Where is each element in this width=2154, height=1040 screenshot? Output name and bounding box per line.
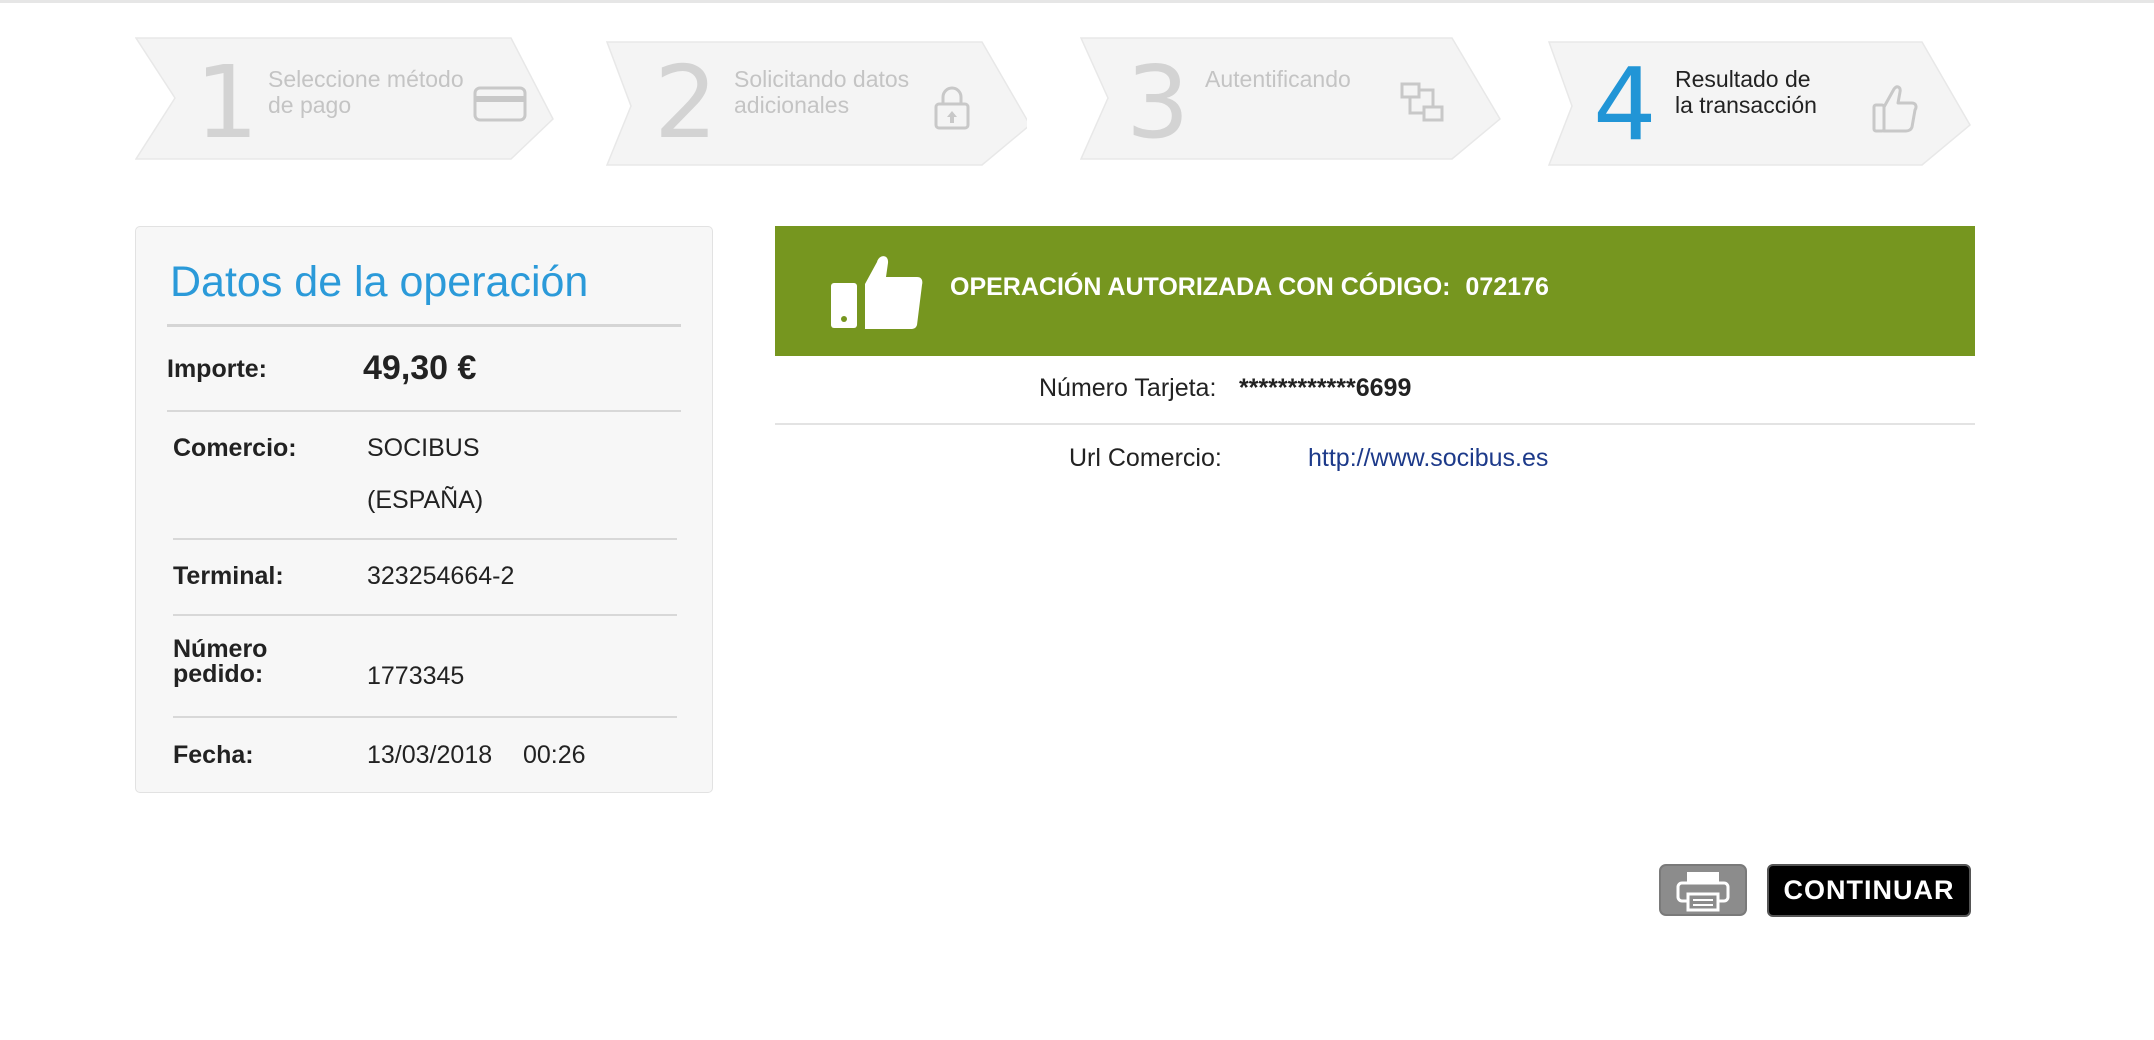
top-divider — [0, 0, 2154, 3]
info-divider — [775, 423, 1975, 425]
panel-title: Datos de la operación — [170, 258, 589, 306]
terminal-label: Terminal: — [173, 562, 284, 590]
title-divider — [167, 324, 681, 327]
thumbs-up-banner-icon — [831, 256, 923, 329]
comercio-label: Comercio: — [173, 434, 297, 462]
pedido-label-line2: pedido: — [173, 660, 264, 688]
fecha-label: Fecha: — [173, 741, 254, 769]
row-divider — [173, 538, 677, 540]
importe-value: 49,30 € — [363, 349, 477, 387]
credit-card-icon — [473, 86, 527, 122]
row-divider — [173, 614, 677, 616]
hora-value: 00:26 — [523, 741, 586, 769]
row-divider — [173, 716, 677, 718]
step-2: 2 Solicitando datos adicionales — [606, 36, 1027, 166]
merchant-url-link[interactable]: http://www.socibus.es — [1308, 443, 1548, 473]
comercio-value-line2: (ESPAÑA) — [367, 486, 484, 514]
terminal-value: 323254664-2 — [367, 562, 515, 590]
step-1: 1 Seleccione método de pago — [135, 36, 556, 166]
step-1-label: Seleccione método de pago — [268, 66, 464, 118]
authorization-code: 072176 — [1465, 273, 1549, 301]
step-3: 3 Autentificando — [1080, 36, 1501, 166]
step-4: 4 Resultado de la transacción — [1548, 36, 1971, 166]
merchant-url-label: Url Comercio: — [1069, 444, 1222, 472]
continue-button[interactable]: CONTINUAR — [1767, 864, 1971, 917]
step-4-number: 4 — [1593, 46, 1657, 163]
printer-icon — [1676, 872, 1730, 912]
importe-label: Importe: — [167, 355, 267, 383]
step-2-label: Solicitando datos adicionales — [734, 66, 910, 118]
step-3-number: 3 — [1126, 44, 1190, 161]
step-1-number: 1 — [195, 44, 259, 161]
network-icon — [1400, 82, 1444, 122]
authorization-message: OPERACIÓN AUTORIZADA CON CÓDIGO: 072176 — [950, 271, 1549, 303]
step-2-number: 2 — [654, 44, 718, 161]
thumbs-up-icon — [1872, 85, 1918, 133]
step-4-label: Resultado de la transacción — [1675, 66, 1817, 118]
fecha-value: 13/03/2018 — [367, 741, 493, 769]
comercio-value-line1: SOCIBUS — [367, 434, 480, 462]
step-3-label: Autentificando — [1205, 66, 1351, 92]
pedido-value: 1773345 — [367, 662, 465, 690]
card-number-label: Número Tarjeta: — [1039, 374, 1217, 402]
row-divider — [167, 410, 681, 412]
print-button[interactable] — [1659, 864, 1747, 916]
operation-details-panel: Datos de la operación Importe: 49,30 € C… — [135, 226, 713, 793]
card-number-value: ************6699 — [1239, 374, 1412, 402]
pedido-label-line1: Número — [173, 635, 268, 663]
lock-icon — [934, 86, 970, 130]
authorization-banner: OPERACIÓN AUTORIZADA CON CÓDIGO: 072176 — [775, 226, 1975, 356]
authorization-text: OPERACIÓN AUTORIZADA CON CÓDIGO: — [950, 273, 1451, 301]
